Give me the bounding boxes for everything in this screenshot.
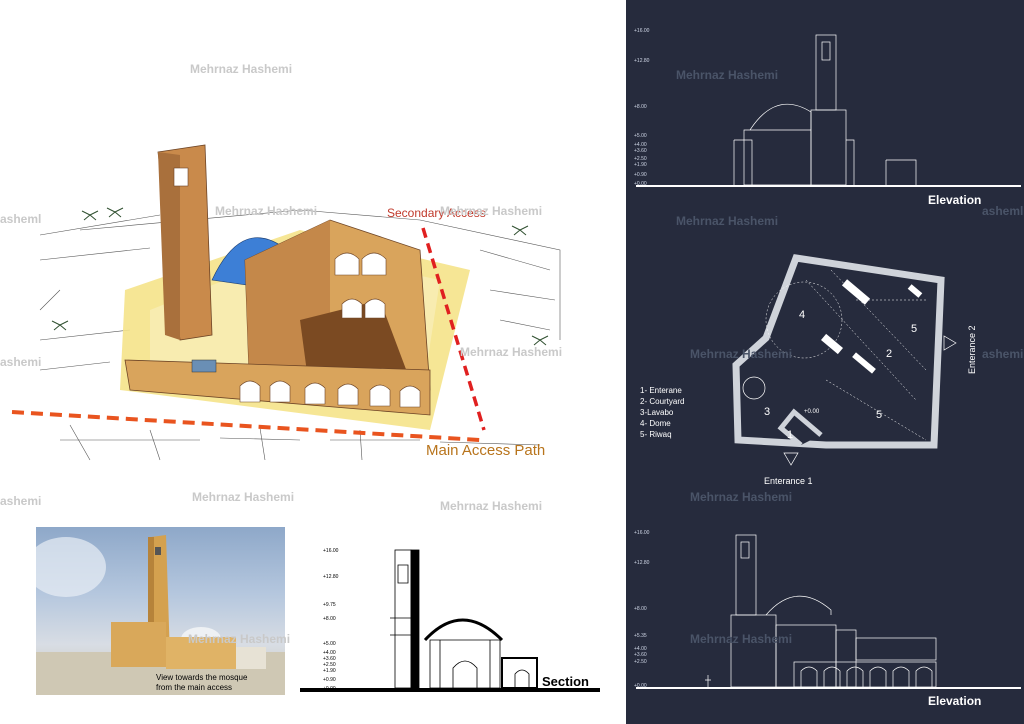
- watermark-partial: asheml: [982, 204, 1024, 218]
- level-mark: +5.35: [634, 633, 647, 639]
- room-number: 4: [799, 309, 805, 321]
- drawings-panel: +16.00 +12.80 +8.00 +5.00 +4.00 +3.60 +2…: [626, 0, 1024, 724]
- level-mark: +2.50: [634, 659, 647, 665]
- room-number: 5: [876, 409, 882, 421]
- photo-caption-line2: from the main access: [156, 683, 233, 692]
- site-view-drawing: [11, 144, 561, 461]
- watermark: Mehrnaz Hashemi: [188, 632, 291, 646]
- level-mark: +5.00: [323, 641, 336, 647]
- level-mark: +16.00: [634, 530, 650, 536]
- level-mark: +16.00: [323, 548, 339, 554]
- plan-drawing: 4 2 3 1 5 5 +0.00: [732, 254, 957, 466]
- elevation-bottom-label: Elevation: [928, 694, 982, 708]
- mosque-photo: View towards the mosque from the main ac…: [36, 527, 285, 695]
- plan-legend: 1- Enterane 2- Courtyard 3-Lavabo 4- Dom…: [640, 385, 684, 440]
- level-mark: +1.90: [323, 668, 336, 674]
- watermark: Mehrnaz Hashemi: [190, 62, 293, 76]
- main-access-label: Main Access Path: [426, 442, 546, 459]
- level-mark: +12.80: [323, 574, 339, 580]
- legend-item: 5- Riwaq: [640, 430, 672, 439]
- watermark: Mehrnaz Hashemi: [440, 204, 543, 218]
- watermark: Mehrnaz Hashemi: [676, 214, 779, 228]
- section-label: Section: [542, 674, 589, 689]
- elevation-bottom-drawing: +16.00 +12.80 +8.00 +5.35 +4.00 +3.60 +2…: [634, 530, 1021, 689]
- level-mark: +8.00: [634, 104, 647, 110]
- level-mark: +3.60: [634, 652, 647, 658]
- site-view: [0, 140, 620, 470]
- watermark-partial: ashemi: [0, 355, 42, 369]
- level-mark: +5.00: [634, 133, 647, 139]
- watermark-partial: asheml: [0, 212, 42, 226]
- entrance-1-label: Enterance 1: [764, 476, 813, 486]
- watermark-partial: ashemi: [0, 494, 42, 508]
- room-number: 1: [787, 429, 793, 441]
- watermark: Mehrnaz Hashemi: [215, 204, 318, 218]
- level-mark: +8.00: [323, 616, 336, 622]
- entrance-2-label: Enterance 2: [967, 325, 977, 374]
- level-mark: +12.80: [634, 560, 650, 566]
- watermark: Mehrnaz Hashemi: [690, 347, 793, 361]
- photo-caption-line1: View towards the mosque: [156, 673, 248, 682]
- level-mark: +1.90: [634, 162, 647, 168]
- watermark: Mehrnaz Hashemi: [460, 345, 563, 359]
- room-number: 2: [886, 348, 892, 360]
- watermark: Mehrnaz Hashemi: [192, 490, 295, 504]
- legend-item: 3-Lavabo: [640, 408, 674, 417]
- watermark: Mehrnaz Hashemi: [676, 68, 779, 82]
- elevation-top-drawing: +16.00 +12.80 +8.00 +5.00 +4.00 +3.60 +2…: [634, 28, 1021, 187]
- level-mark: +0.90: [634, 172, 647, 178]
- photo-caption: View towards the mosque from the main ac…: [156, 673, 247, 693]
- level-mark: +12.80: [634, 58, 650, 64]
- legend-item: 2- Courtyard: [640, 397, 685, 406]
- mosque-photo-drawing: [36, 535, 285, 695]
- watermark: Mehrnaz Hashemi: [440, 499, 543, 513]
- legend-item: 4- Dome: [640, 419, 671, 428]
- legend-item: 1- Enterane: [640, 386, 682, 395]
- level-mark: +0.00: [634, 181, 647, 187]
- watermark: Mehrnaz Hashemi: [690, 490, 793, 504]
- watermark-partial: ashemi: [982, 347, 1024, 361]
- level-mark: +9.75: [323, 602, 336, 608]
- plan-level-mark: +0.00: [804, 409, 820, 415]
- room-number: 5: [911, 323, 917, 335]
- room-number: 3: [764, 406, 770, 418]
- level-mark: +16.00: [634, 28, 650, 34]
- level-mark: +0.90: [323, 677, 336, 683]
- level-mark: +3.60: [634, 148, 647, 154]
- level-mark: +8.00: [634, 606, 647, 612]
- elevation-top-label: Elevation: [928, 193, 982, 207]
- level-mark: +0.00: [323, 686, 336, 692]
- watermark: Mehrnaz Hashemi: [690, 632, 793, 646]
- level-mark: +0.00: [634, 683, 647, 689]
